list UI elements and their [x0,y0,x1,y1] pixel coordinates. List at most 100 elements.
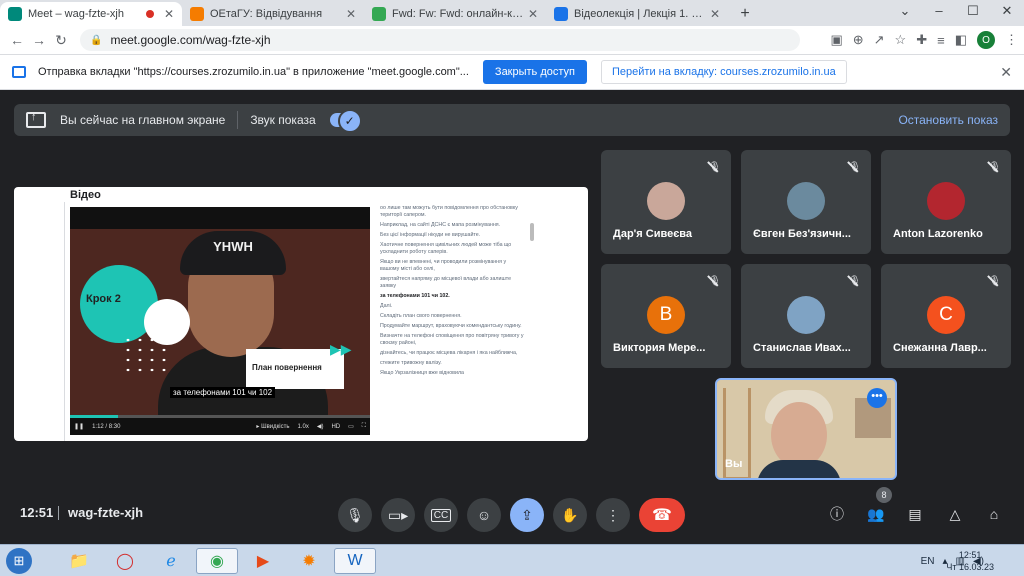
fullscreen-icon[interactable]: ⛶ [362,423,366,430]
explorer-app-icon[interactable]: 📁 [58,548,100,574]
step-label: Крок 2 [86,293,121,305]
pause-icon[interactable]: ❚❚ [74,423,84,430]
transcript-line[interactable]: Якщо ви не впевнені, чи проводили розмін… [380,259,526,273]
transcript-line[interactable]: Складіть план свого повернення. [380,313,526,320]
host-controls-icon[interactable]: ⌂ [982,502,1006,526]
forward-icon[interactable]: → [28,32,50,48]
transcript-line[interactable]: Далі. [380,303,526,310]
transcript-line[interactable]: Наприклад, на сайті ДСНС є мапа розмінув… [380,222,526,229]
language-indicator[interactable]: EN [921,556,935,567]
window-controls: ⌄ – ☐ ✕ [888,0,1024,24]
chrome-app-icon[interactable]: ◉ [196,548,238,574]
activities-icon[interactable]: △ [943,502,967,526]
transcript-line[interactable]: дізнайтесь, чи працює місцева лікарня і … [380,350,526,357]
present-now-button[interactable]: ⇪ [510,498,544,532]
participant-tile[interactable]: 🎙 Станислав Ивах... [741,264,871,368]
presenting-bar: Вы сейчас на главном экране Звук показа … [14,104,1010,136]
meeting-info-icon[interactable]: ⓘ [825,502,849,526]
camera-icon[interactable]: ▣ [830,32,842,48]
transcript-line[interactable]: Без цієї інформації нікуди не вирушайте. [380,232,526,239]
participant-tile[interactable]: 🎙 Anton Lazorenko [881,150,1011,254]
new-tab-button[interactable]: + [734,3,756,25]
go-to-tab-button[interactable]: Перейти на вкладку: courses.zrozumilo.in… [601,60,847,84]
share-icon[interactable]: ↗ [874,32,885,48]
address-bar[interactable]: 🔒 meet.google.com/wag-fzte-xjh [80,29,800,51]
reactions-button[interactable]: ☺ [467,498,501,532]
captions-icon[interactable]: ▭ [348,423,354,430]
participant-tile[interactable]: 🎙 В Виктория Мере... [601,264,731,368]
raise-hand-button[interactable]: ✋ [553,498,587,532]
transcript-line[interactable]: Хаотичне повернення цивільних людей може… [380,242,526,256]
menu-dots-icon[interactable]: ⋮ [1005,32,1018,48]
close-tab-icon[interactable]: ✕ [346,7,356,21]
close-tab-icon[interactable]: ✕ [164,7,174,21]
browser-tab[interactable]: ОЕтаГУ: Відвідування ✕ [182,2,364,26]
leave-call-button[interactable]: ☎ [639,498,685,532]
participant-name: Дар'я Сивеєва [613,228,693,240]
chat-icon[interactable]: ▤ [903,502,927,526]
close-tab-icon[interactable]: ✕ [710,7,720,21]
camera-button[interactable]: ▭▸ [381,498,415,532]
hd-button[interactable]: HD [331,424,340,430]
shared-screen: Відео YHWH Крок 2 План повернення ▶▶ за … [14,187,588,441]
participant-tile[interactable]: 🎙 Євген Без'язичн... [741,150,871,254]
chevron-down-icon[interactable]: ⌄ [888,0,922,24]
zoom-icon[interactable]: ⊕ [853,32,864,48]
opera-app-icon[interactable]: ◯ [104,548,146,574]
speed-label[interactable]: ▸ Швидкість [256,423,289,430]
playlist-icon[interactable]: ≡ [937,33,945,48]
transcript-line[interactable]: звертайтеся напряму до місцевої влади аб… [380,276,526,290]
more-options-button[interactable]: ⋮ [596,498,630,532]
browser-tab[interactable]: Meet – wag-fzte-xjh ✕ [0,2,182,26]
transcript-panel[interactable]: оо лише там можуть бути повідомлення про… [380,205,526,439]
tab-favicon-icon [8,7,22,21]
stop-presenting-button[interactable]: Остановить показ [898,113,998,127]
taskbar-clock[interactable]: 12:51 Чт 16.03.23 [946,549,994,573]
extensions-icon[interactable]: ✚ [916,32,927,48]
video-player[interactable]: YHWH Крок 2 План повернення ▶▶ за телефо… [70,207,370,435]
more-options-icon[interactable]: ••• [867,388,887,408]
volume-icon[interactable]: ◀) [317,423,324,430]
minimize-icon[interactable]: – [922,0,956,24]
self-video-tile[interactable]: Вы ••• [715,378,897,480]
close-access-button[interactable]: Закрыть доступ [482,60,587,84]
profile-avatar[interactable]: O [977,31,995,49]
bookmark-star-icon[interactable]: ☆ [895,32,907,48]
side-panel-icon[interactable]: ◧ [955,32,967,48]
transcript-line[interactable]: Якщо Укрзалізниця вже відновила [380,370,526,377]
taskbar-time: 12:51 [958,550,982,560]
close-infobar-icon[interactable]: ✕ [1000,64,1012,81]
start-button[interactable]: ⊞ [6,548,32,574]
browser-tab[interactable]: Fwd: Fw: Fwd: онлайн-курс • olg ✕ [364,2,546,26]
transcript-scrollbar[interactable] [530,223,534,241]
speed-value[interactable]: 1.0x [297,424,308,430]
reload-icon[interactable]: ↻ [50,32,72,49]
captions-button[interactable]: CC [424,498,458,532]
transcript-line[interactable]: оо лише там можуть бути повідомлення про… [380,205,526,219]
word-app-icon[interactable]: W [334,548,376,574]
microphone-button[interactable]: 🎙 [338,498,372,532]
participant-name: Станислав Ивах... [753,342,851,354]
hand-icon: ✋ [561,506,579,523]
close-window-icon[interactable]: ✕ [990,0,1024,24]
muted-mic-icon: 🎙 [988,162,1001,173]
back-icon[interactable]: ← [6,32,28,48]
ie-app-icon[interactable]: ℯ [150,548,192,574]
participant-avatar: В [647,296,685,334]
share-sound-toggle[interactable] [329,109,362,133]
transcript-line[interactable]: Продумайте маршрут, враховуючи комендант… [380,323,526,330]
transcript-line[interactable]: стежите тривожну валізу. [380,360,526,367]
people-icon[interactable]: 👥 [864,502,888,526]
sharing-message: Отправка вкладки "https://courses.zrozum… [38,66,469,78]
close-tab-icon[interactable]: ✕ [528,7,538,21]
maximize-icon[interactable]: ☐ [956,0,990,24]
muted-mic-icon: 🎙 [708,162,721,173]
media-player-app-icon[interactable]: ▶ [242,548,284,574]
transcript-line[interactable]: за телефонами 101 чи 102. [380,293,526,300]
participant-tile[interactable]: 🎙 Дар'я Сивеєва [601,150,731,254]
firefox-app-icon[interactable]: ✹ [288,548,330,574]
participant-tile[interactable]: 🎙 С Снежанна Лавр... [881,264,1011,368]
browser-tab[interactable]: Відеолекція | Лекція 1. Безп ✕ [546,2,728,26]
transcript-line[interactable]: Визначте на телефоні сповіщення про пові… [380,333,526,347]
participant-avatar [647,182,685,220]
